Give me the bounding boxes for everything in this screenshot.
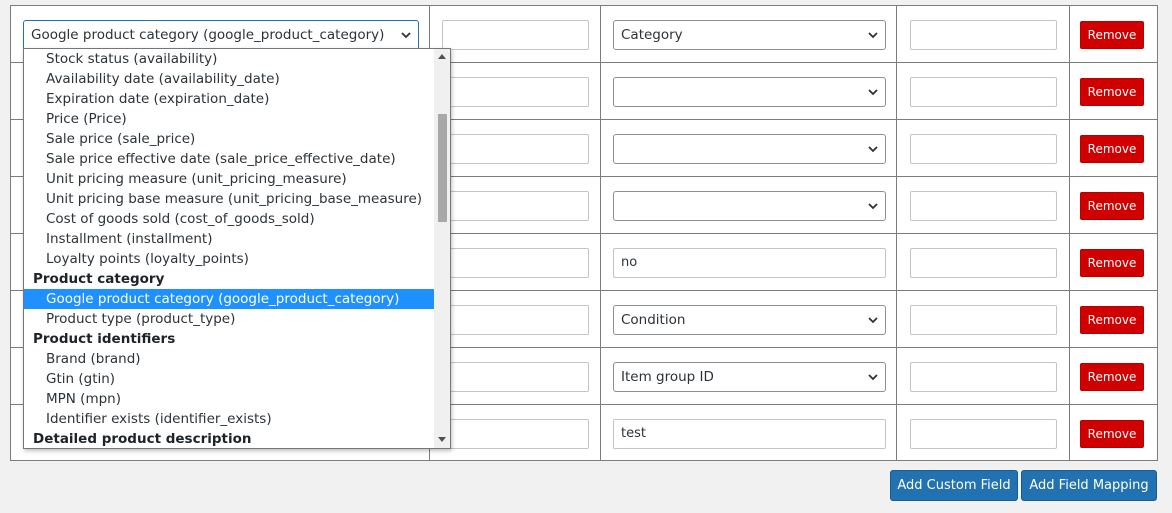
dropdown-scrollbar[interactable] xyxy=(434,49,450,448)
value-input[interactable]: test xyxy=(613,419,886,449)
dropdown-option[interactable]: Unit pricing base measure (unit_pricing_… xyxy=(24,189,434,209)
dropdown-option[interactable]: Sale price effective date (sale_price_ef… xyxy=(24,149,434,169)
value-select[interactable]: Item group ID xyxy=(613,362,886,392)
value-input[interactable]: no xyxy=(613,248,886,278)
dropdown-option[interactable]: Expiration date (expiration_date) xyxy=(24,89,434,109)
dropdown-option[interactable]: Loyalty points (loyalty_points) xyxy=(24,249,434,269)
dropdown-option[interactable]: Sale price (sale_price) xyxy=(24,129,434,149)
dropdown-option[interactable]: Identifier exists (identifier_exists) xyxy=(24,409,434,429)
dropdown-option[interactable]: Gtin (gtin) xyxy=(24,369,434,389)
prefix-input[interactable] xyxy=(442,419,589,449)
prefix-input[interactable] xyxy=(442,305,589,335)
chevron-down-icon xyxy=(868,146,878,153)
chevron-down-icon xyxy=(868,89,878,96)
remove-button[interactable]: Remove xyxy=(1080,21,1144,49)
remove-button[interactable]: Remove xyxy=(1080,192,1144,220)
scroll-up-arrow-icon[interactable] xyxy=(438,54,446,59)
source-field-dropdown-list[interactable]: Stock status (availability) Availability … xyxy=(23,48,451,449)
dropdown-option[interactable]: Availability date (availability_date) xyxy=(24,69,434,89)
remove-button[interactable]: Remove xyxy=(1080,135,1144,163)
suffix-input[interactable] xyxy=(910,248,1057,278)
chevron-down-icon xyxy=(868,32,878,39)
remove-button[interactable]: Remove xyxy=(1080,306,1144,334)
prefix-input[interactable] xyxy=(442,191,589,221)
prefix-input[interactable] xyxy=(442,362,589,392)
add-field-mapping-button[interactable]: Add Field Mapping xyxy=(1021,470,1157,501)
prefix-input[interactable] xyxy=(442,77,589,107)
suffix-input[interactable] xyxy=(910,191,1057,221)
scrollbar-thumb[interactable] xyxy=(438,114,447,222)
remove-button[interactable]: Remove xyxy=(1080,78,1144,106)
chevron-down-icon xyxy=(401,32,411,39)
row-divider xyxy=(11,5,1157,6)
suffix-input[interactable] xyxy=(910,77,1057,107)
suffix-input[interactable] xyxy=(910,305,1057,335)
prefix-input[interactable] xyxy=(442,134,589,164)
suffix-input[interactable] xyxy=(910,134,1057,164)
dropdown-option[interactable]: Unit pricing measure (unit_pricing_measu… xyxy=(24,169,434,189)
dropdown-option[interactable]: Brand (brand) xyxy=(24,349,434,369)
source-field-select[interactable]: Google product category (google_product_… xyxy=(23,20,419,50)
prefix-input[interactable] xyxy=(442,20,589,50)
prefix-input[interactable] xyxy=(442,248,589,278)
dropdown-option[interactable]: Google product category (google_product_… xyxy=(24,289,434,309)
dropdown-option[interactable]: Installment (installment) xyxy=(24,229,434,249)
option-group-label: Product identifiers xyxy=(33,331,176,347)
chevron-down-icon xyxy=(868,374,878,381)
option-group-label: Product category xyxy=(33,271,165,287)
suffix-input[interactable] xyxy=(910,20,1057,50)
value-select[interactable]: Condition xyxy=(613,305,886,335)
dropdown-option[interactable]: Stock status (availability) xyxy=(24,49,434,69)
option-group-label: Detailed product description xyxy=(33,431,252,447)
chevron-down-icon xyxy=(868,317,878,324)
dropdown-option[interactable]: MPN (mpn) xyxy=(24,389,434,409)
remove-button[interactable]: Remove xyxy=(1080,363,1144,391)
suffix-input[interactable] xyxy=(910,419,1057,449)
value-select[interactable] xyxy=(613,191,886,221)
add-custom-field-button[interactable]: Add Custom Field xyxy=(890,470,1018,501)
suffix-input[interactable] xyxy=(910,362,1057,392)
value-select[interactable] xyxy=(613,134,886,164)
scroll-down-arrow-icon[interactable] xyxy=(438,437,446,442)
dropdown-option[interactable]: Product type (product_type) xyxy=(24,309,434,329)
value-select[interactable]: Category xyxy=(613,20,886,50)
dropdown-option[interactable]: Price (Price) xyxy=(24,109,434,129)
chevron-down-icon xyxy=(868,203,878,210)
dropdown-option[interactable]: Cost of goods sold (cost_of_goods_sold) xyxy=(24,209,434,229)
remove-button[interactable]: Remove xyxy=(1080,249,1144,277)
value-select[interactable] xyxy=(613,77,886,107)
remove-button[interactable]: Remove xyxy=(1080,420,1144,448)
